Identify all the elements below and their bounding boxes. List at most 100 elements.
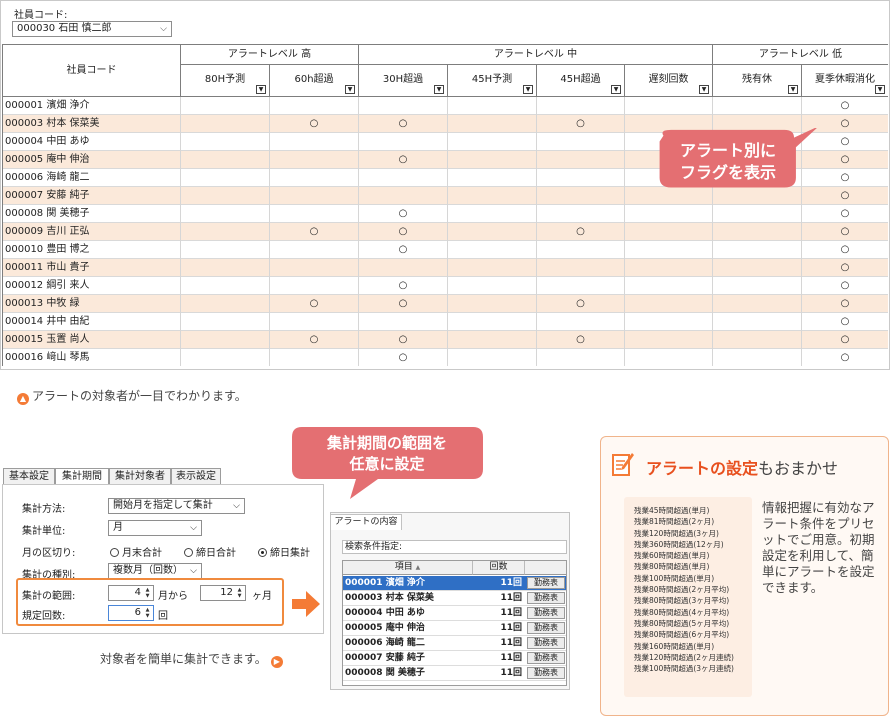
list-item[interactable]: 000006 海崎 龍二 11回 勤務表 [343,636,566,651]
result-count: 11回 [500,653,522,663]
table-row[interactable]: 000010 豊田 博之 ○ ○ [3,241,888,259]
list-item[interactable]: 000008 関 美穂子 11回 勤務表 [343,666,566,681]
stepper-arrows-icon[interactable]: ▲ ▼ [143,607,152,619]
count-unit: 回 [158,611,168,622]
header-group-mid: アラートレベル 中 [359,45,713,65]
alert-flag-cell [270,187,359,205]
table-row[interactable]: 000012 綱引 来人 ○ ○ [3,277,888,295]
sort-asc-icon: ▲ [415,564,421,571]
header-col-30h-over[interactable]: 30H超過 ▼ [359,65,448,97]
employee-name-cell: 000012 綱引 来人 [3,277,181,295]
header-col-summer-leave[interactable]: 夏季休暇消化 ▼ [802,65,888,97]
header-col-80h-forecast[interactable]: 80H予測 ▼ [181,65,270,97]
employee-name-cell: 000013 中牧 緑 [3,295,181,313]
mini-header-count[interactable]: 回数 [473,561,525,575]
table-row[interactable]: 000013 中牧 緑 ○ ○ ○ ○ [3,295,888,313]
range-to-stepper[interactable]: 12 ▲ ▼ [200,585,246,601]
method-select[interactable]: 開始月を指定して集計 ⌵ [108,498,245,514]
tab-aggregation-target[interactable]: 集計対象者 [109,468,171,485]
table-row[interactable]: 000014 井中 由紀 ○ [3,313,888,331]
condition-item: 残業100時間超過(3ヶ月連続) [634,664,734,674]
result-name: 000001 濱畑 浄介 [345,578,425,588]
result-name: 000003 村本 保菜美 [345,593,434,603]
timesheet-button[interactable]: 勤務表 [527,622,565,634]
type-select[interactable]: 複数月（回数） ⌵ [108,563,202,579]
bubble2-line2: 任意に設定 [348,455,424,473]
alert-flag-cell [270,205,359,223]
alert-flag-cell [359,313,448,331]
alert-flag-cell [359,133,448,151]
tab-display-settings[interactable]: 表示設定 [171,468,221,485]
table-row[interactable]: 000001 濱畑 浄介 ○ [3,97,888,115]
alert-flag-cell: ○ [270,115,359,133]
alert-flag-cell [625,259,713,277]
radio-month-end[interactable]: 月末合計 [110,544,162,559]
condition-item: 残業80時間超過(3ヶ月平均) [634,596,730,606]
filter-dropdown-icon[interactable]: ▼ [523,85,533,94]
header-col-45h-over[interactable]: 45H超過 ▼ [537,65,625,97]
unit-select[interactable]: 月 ⌵ [108,520,202,536]
alert-flag-cell: ○ [359,223,448,241]
header-col-paid-leave[interactable]: 残有休 ▼ [713,65,802,97]
alert-flag-cell [448,133,537,151]
alert-flag-cell [448,115,537,133]
alert-flag-cell [537,151,625,169]
alert-flag-cell: ○ [802,223,888,241]
alert-flag-cell [448,205,537,223]
filter-dropdown-icon[interactable]: ▼ [256,85,266,94]
filter-dropdown-icon[interactable]: ▼ [788,85,798,94]
filter-dropdown-icon[interactable]: ▼ [875,85,885,94]
radio-closing-total[interactable]: 締日合計 [184,544,236,559]
tab-basic-settings[interactable]: 基本設定 [3,468,55,485]
radio-closing-aggregate[interactable]: 締日集計 [258,544,310,559]
list-item[interactable]: 000007 安藤 純子 11回 勤務表 [343,651,566,666]
filter-dropdown-icon[interactable]: ▼ [699,85,709,94]
condition-item: 残業360時間超過(12ヶ月) [634,539,724,549]
callout-bubble-flags: アラート別に フラグを表示 [659,128,817,188]
alert-flag-cell [537,169,625,187]
alert-flag-cell [181,223,270,241]
count-stepper[interactable]: 6 ▲ ▼ [108,605,154,621]
count-value: 6 [134,607,141,618]
header-col-45h-forecast[interactable]: 45H予測 ▼ [448,65,537,97]
employee-select[interactable]: 000030 石田 慎二郎 ⌵ [12,21,172,37]
tab-alert-content[interactable]: アラートの内容 [330,514,402,530]
table-row[interactable]: 000016 﨑山 琴馬 ○ ○ [3,349,888,366]
timesheet-button[interactable]: 勤務表 [527,652,565,664]
method-label: 集計方法: [22,504,66,515]
table-row[interactable]: 000011 市山 貴子 ○ [3,259,888,277]
mini-header-item[interactable]: 項目 ▲ [343,561,473,575]
list-item[interactable]: 000003 村本 保菜美 11回 勤務表 [343,591,566,606]
alert-flag-cell: ○ [537,331,625,349]
list-item[interactable]: 000001 濱畑 浄介 11回 勤務表 [343,576,566,591]
header-col-60h-over[interactable]: 60h超過 ▼ [270,65,359,97]
condition-item: 残業100時間超過(単月) [634,573,715,583]
condition-item: 残業160時間超過(単月) [634,641,715,651]
alert-flag-cell [713,205,802,223]
stepper-arrows-icon[interactable]: ▲ ▼ [235,587,244,599]
table-row[interactable]: 000008 関 美穂子 ○ ○ [3,205,888,223]
filter-dropdown-icon[interactable]: ▼ [345,85,355,94]
list-item[interactable]: 000005 庵中 伸治 11回 勤務表 [343,621,566,636]
alert-flag-cell: ○ [802,205,888,223]
filter-dropdown-icon[interactable]: ▼ [434,85,444,94]
alert-flag-cell [448,259,537,277]
alert-flag-cell [713,349,802,366]
filter-dropdown-icon[interactable]: ▼ [611,85,621,94]
timesheet-button[interactable]: 勤務表 [527,607,565,619]
table-row[interactable]: 000015 玉置 尚人 ○ ○ ○ ○ [3,331,888,349]
alert-flag-cell [448,277,537,295]
header-col-late-count[interactable]: 遅刻回数 ▼ [625,65,713,97]
list-item[interactable]: 000004 中田 あゆ 11回 勤務表 [343,606,566,621]
timesheet-button[interactable]: 勤務表 [527,637,565,649]
timesheet-button[interactable]: 勤務表 [527,667,565,679]
stepper-arrows-icon[interactable]: ▲ ▼ [143,587,152,599]
arrow-right-icon [292,591,320,617]
timesheet-button[interactable]: 勤務表 [527,592,565,604]
caption-top: ▲ アラートの対象者が一目でわかります。 [17,387,247,405]
table-row[interactable]: 000009 吉川 正弘 ○ ○ ○ ○ [3,223,888,241]
alert-flag-cell: ○ [359,205,448,223]
alert-flag-cell [270,313,359,331]
range-from-stepper[interactable]: 4 ▲ ▼ [108,585,154,601]
timesheet-button[interactable]: 勤務表 [527,577,565,589]
